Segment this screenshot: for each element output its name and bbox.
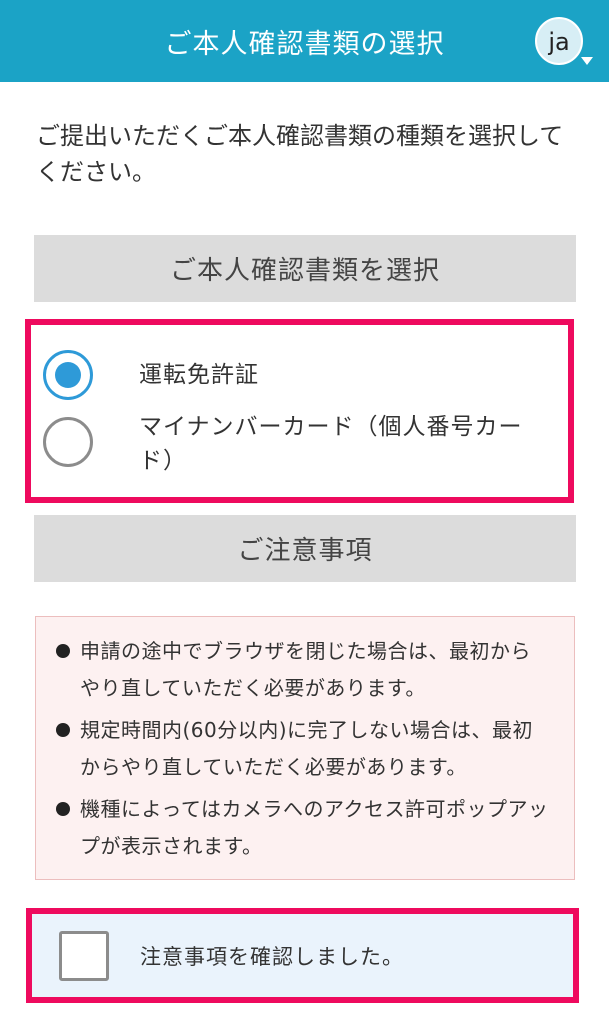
notice-text: 機種によってはカメラへのアクセス許可ポップアップが表示されます。 bbox=[80, 797, 549, 858]
radio-unselected-icon[interactable] bbox=[43, 417, 93, 467]
doc-section-header: ご本人確認書類を選択 bbox=[34, 235, 576, 302]
bullet-icon bbox=[56, 723, 70, 737]
bullet-icon bbox=[56, 802, 70, 816]
language-selector[interactable]: ja bbox=[535, 17, 583, 65]
intro-text: ご提出いただくご本人確認書類の種類を選択してください。 bbox=[36, 122, 564, 186]
page-title: ご本人確認書類の選択 bbox=[164, 29, 445, 60]
radio-selected-icon[interactable] bbox=[43, 350, 93, 400]
radio-dot-icon bbox=[55, 362, 81, 388]
notice-text: 規定時間内(60分以内)に完了しない場合は、最初からやり直していただく必要があり… bbox=[80, 718, 534, 779]
confirm-label: 注意事項を確認しました。 bbox=[140, 945, 404, 969]
language-code: ja bbox=[548, 28, 570, 56]
notice-text: 申請の途中でブラウザを閉じた場合は、最初からやり直していただく必要があります。 bbox=[80, 639, 531, 700]
option-label: マイナンバーカード（個人番号カード） bbox=[139, 414, 523, 474]
page-header: ご本人確認書類の選択 bbox=[0, 0, 609, 82]
document-type-options: 運転免許証 マイナンバーカード（個人番号カード） bbox=[25, 319, 574, 503]
bullet-icon bbox=[56, 644, 70, 658]
checkbox-icon[interactable] bbox=[59, 931, 109, 981]
confirm-checkbox-row[interactable]: 注意事項を確認しました。 bbox=[26, 908, 579, 1003]
option-label: 運転免許証 bbox=[139, 362, 259, 388]
notice-section-header: ご注意事項 bbox=[34, 515, 576, 582]
notice-box: 申請の途中でブラウザを閉じた場合は、最初からやり直していただく必要があります。 … bbox=[35, 616, 575, 880]
caret-down-icon[interactable] bbox=[581, 57, 593, 65]
